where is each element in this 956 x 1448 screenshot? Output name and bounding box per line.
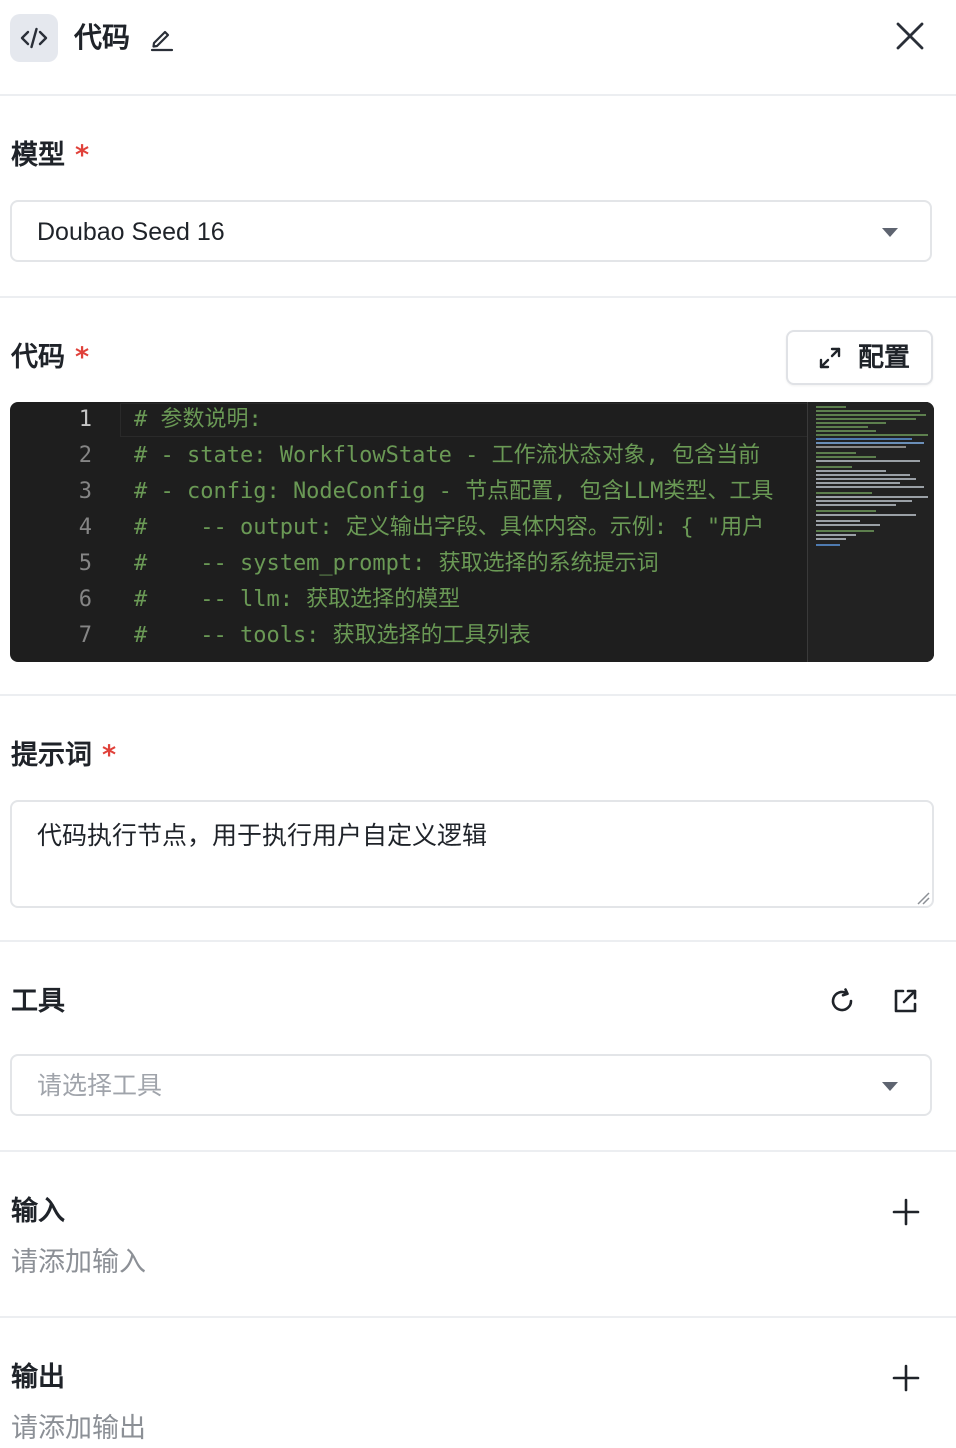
tools-select[interactable]: 请选择工具 xyxy=(10,1054,932,1116)
outputs-empty-text: 请添加输出 xyxy=(11,1413,146,1444)
chevron-down-icon xyxy=(882,1082,898,1091)
close-icon[interactable] xyxy=(892,18,928,54)
resize-handle-icon[interactable] xyxy=(916,890,930,905)
code-label: 代码 * xyxy=(11,342,90,373)
code-editor[interactable]: 1 2 3 4 5 6 7 # 参数说明: # - state: Workflo… xyxy=(10,402,934,662)
prompt-textarea[interactable]: 代码执行节点，用于执行用户自定义逻辑 xyxy=(10,800,934,908)
code-icon xyxy=(10,14,58,62)
code-line: # - config: NodeConfig - 节点配置, 包含LLM类型、工… xyxy=(134,479,774,504)
required-mark: * xyxy=(75,140,90,171)
line-number-gutter: 1 2 3 4 5 6 7 xyxy=(10,402,120,662)
prompt-text: 代码执行节点，用于执行用户自定义逻辑 xyxy=(37,821,488,850)
code-line: # -- output: 定义输出字段、具体内容。示例: { "用户 xyxy=(134,515,765,540)
line-number: 7 xyxy=(78,623,92,648)
code-line: # 参数说明: xyxy=(134,407,262,432)
line-number: 4 xyxy=(78,515,92,540)
chevron-down-icon xyxy=(882,228,898,237)
code-line: # -- llm: 获取选择的模型 xyxy=(134,587,461,612)
required-mark: * xyxy=(75,342,90,373)
code-minimap[interactable] xyxy=(807,402,934,662)
refresh-icon[interactable] xyxy=(827,986,857,1016)
add-input-icon[interactable] xyxy=(891,1197,921,1227)
edit-title-icon[interactable] xyxy=(148,24,176,52)
code-line: # - state: WorkflowState - 工作流状态对象, 包含当前 xyxy=(134,443,761,468)
node-title: 代码 xyxy=(74,21,131,54)
inputs-empty-text: 请添加输入 xyxy=(11,1247,146,1278)
divider xyxy=(0,940,956,942)
divider xyxy=(0,1150,956,1152)
tools-select-placeholder: 请选择工具 xyxy=(37,1071,163,1100)
inputs-label: 输入 xyxy=(11,1196,65,1227)
outputs-label: 输出 xyxy=(11,1362,65,1393)
required-mark: * xyxy=(102,740,117,771)
expand-icon xyxy=(818,346,842,370)
divider xyxy=(0,296,956,298)
line-number: 5 xyxy=(78,551,92,576)
line-number: 6 xyxy=(78,587,92,612)
model-select[interactable]: Doubao Seed 16 xyxy=(10,200,932,262)
model-select-value: Doubao Seed 16 xyxy=(37,218,225,246)
line-number: 2 xyxy=(78,443,92,468)
prompt-label: 提示词 * xyxy=(11,740,117,771)
tools-label: 工具 xyxy=(11,986,65,1017)
divider xyxy=(0,694,956,696)
model-label: 模型 * xyxy=(11,140,90,171)
line-number: 1 xyxy=(78,407,92,432)
panel-header: 代码 xyxy=(0,0,956,96)
code-text-area[interactable]: # 参数说明: # - state: WorkflowState - 工作流状态… xyxy=(134,402,806,662)
divider xyxy=(0,1316,956,1318)
code-line: # -- system_prompt: 获取选择的系统提示词 xyxy=(134,551,659,576)
code-line: # -- tools: 获取选择的工具列表 xyxy=(134,623,531,648)
config-button[interactable]: 配置 xyxy=(786,330,933,385)
open-external-icon[interactable] xyxy=(890,986,920,1016)
config-button-label: 配置 xyxy=(858,343,911,373)
add-output-icon[interactable] xyxy=(891,1363,921,1393)
line-number: 3 xyxy=(78,479,92,504)
